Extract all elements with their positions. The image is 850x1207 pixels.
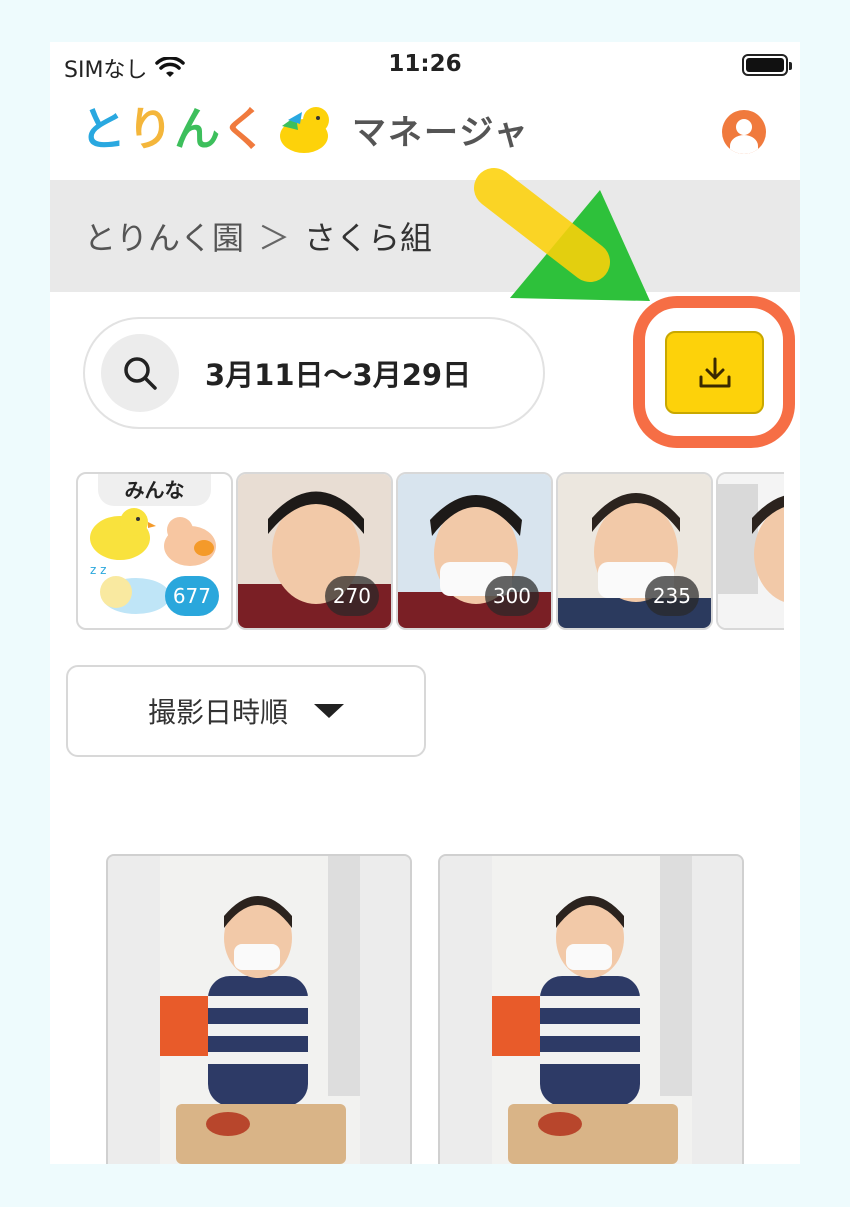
- date-range-text: 3月11日〜3月29日: [205, 358, 472, 392]
- child-photo-count: 300: [484, 576, 539, 616]
- status-time: 11:26: [388, 51, 462, 77]
- search-button[interactable]: [101, 334, 179, 412]
- status-bar: SIMなし 11:26: [50, 42, 800, 90]
- download-icon: [699, 357, 730, 387]
- logo-letter-2: り: [127, 102, 173, 156]
- download-button[interactable]: [665, 331, 764, 414]
- child-photo-count: 270: [324, 576, 379, 616]
- chick-logo-icon: [280, 107, 329, 153]
- all-children-count: 677: [164, 576, 219, 616]
- child-card[interactable]: 300: [396, 472, 553, 630]
- sort-label: 撮影日時順: [147, 696, 288, 729]
- breadcrumb-separator: ＞: [258, 219, 291, 257]
- child-card[interactable]: 270: [236, 472, 393, 630]
- caret-down-icon: [314, 704, 344, 718]
- app-subtitle: マネージャ: [352, 112, 530, 153]
- breadcrumb-class: さくら組: [304, 219, 433, 257]
- pointer-arrow-icon: [474, 168, 650, 301]
- logo-letter-3: ん: [174, 102, 220, 156]
- svg-text:z z: z z: [90, 563, 106, 577]
- account-button[interactable]: [722, 110, 766, 154]
- photo-thumbnail[interactable]: [106, 854, 412, 1164]
- children-filter-strip: みんな z z 677 270 300 235: [76, 472, 784, 632]
- breadcrumb-school[interactable]: とりんく園: [84, 213, 244, 259]
- app-logo: と り ん く マネージャ: [80, 104, 530, 154]
- app-header: と り ん く マネージャ: [50, 90, 800, 180]
- child-card-all[interactable]: みんな z z 677: [76, 472, 233, 630]
- sort-dropdown[interactable]: 撮影日時順: [66, 665, 426, 757]
- child-card[interactable]: 235: [556, 472, 713, 630]
- photo-image-icon: [108, 856, 410, 1164]
- breadcrumb: とりんく園 ＞ さくら組: [50, 180, 800, 292]
- child-card[interactable]: [716, 472, 784, 630]
- child-photo-icon: [718, 474, 784, 628]
- search-icon: [124, 357, 157, 390]
- child-photo-count: 235: [644, 576, 699, 616]
- photo-image-icon: [440, 856, 742, 1164]
- logo-letter-4: く: [221, 102, 267, 156]
- logo-letter-1: と: [80, 102, 126, 156]
- date-search-field[interactable]: 3月11日〜3月29日: [83, 317, 545, 429]
- user-icon: [730, 119, 758, 154]
- battery-icon: [742, 54, 792, 76]
- photo-thumbnail[interactable]: [438, 854, 744, 1164]
- phone-screen: SIMなし 11:26 と り ん く マネージャ とりんく園 ＞ さくら組 3…: [50, 42, 800, 1164]
